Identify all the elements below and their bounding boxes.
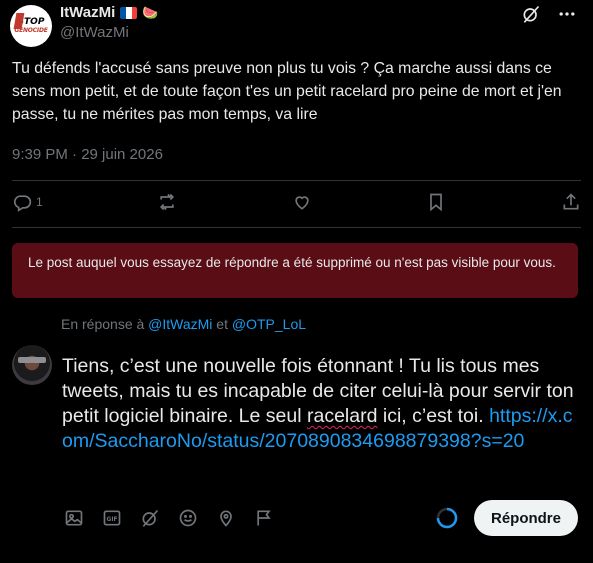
flag-icon[interactable] <box>252 506 276 530</box>
emoji-icon[interactable] <box>176 506 200 530</box>
reply-to-user2-link[interactable]: @OTP_LoL <box>232 316 306 332</box>
bookmark-icon <box>430 193 443 212</box>
repost-action[interactable] <box>157 192 177 212</box>
like-action[interactable] <box>292 192 312 212</box>
location-icon[interactable] <box>214 506 238 530</box>
author-name-row: ItWazMi 🍉 <box>60 4 158 21</box>
divider-top <box>12 180 581 181</box>
share-icon <box>563 193 579 210</box>
watermelon-emoji: 🍉 <box>142 4 159 20</box>
reply-icon <box>13 195 32 212</box>
spellcheck-word: racelard <box>306 405 378 427</box>
reply-count: 1 <box>36 195 43 209</box>
current-user-avatar[interactable] <box>12 345 52 385</box>
divider-bottom <box>12 227 581 228</box>
avatar-headband <box>18 357 46 363</box>
post-timestamp[interactable]: 9:39 PM · 29 juin 2026 <box>12 146 163 163</box>
image-icon[interactable] <box>62 506 86 530</box>
heart-icon <box>295 196 309 210</box>
reply-compose-field[interactable]: Tiens, c’est une nouvelle fois étonnant … <box>62 354 577 454</box>
gif-icon[interactable]: GIF <box>100 506 124 530</box>
french-flag-icon <box>120 6 138 19</box>
reply-button[interactable]: Répondre <box>474 500 578 536</box>
author-handle[interactable]: @ItWazMi <box>60 24 129 41</box>
reply-action[interactable]: 1 <box>12 192 43 212</box>
post-text: Tu défends l'accusé sans preuve non plus… <box>12 60 562 123</box>
reply-prefix: En réponse à <box>61 316 149 332</box>
reply-joiner: et <box>212 316 232 332</box>
grok-icon[interactable] <box>521 4 541 29</box>
svg-text:GIF: GIF <box>107 517 118 523</box>
compose-text-part2: ici, c’est toi. <box>377 405 484 427</box>
post-action-bar: 1 <box>12 192 581 212</box>
more-icon[interactable] <box>557 4 577 29</box>
char-progress-ring <box>436 507 458 529</box>
compose-toolbar: GIF <box>62 506 276 530</box>
author-display-name[interactable]: ItWazMi <box>60 4 115 21</box>
deleted-post-notice: Le post auquel vous essayez de répondre … <box>12 243 578 298</box>
author-avatar[interactable]: STOP GENOCIDE <box>10 5 52 47</box>
grok-icon[interactable] <box>138 506 162 530</box>
reply-context: En réponse à @ItWazMi et @OTP_LoL <box>61 316 306 332</box>
reply-to-user1-link[interactable]: @ItWazMi <box>148 316 212 332</box>
share-action[interactable] <box>561 192 581 212</box>
post-top-icons <box>521 4 577 29</box>
repost-icon <box>160 193 175 211</box>
bookmark-action[interactable] <box>426 192 446 212</box>
